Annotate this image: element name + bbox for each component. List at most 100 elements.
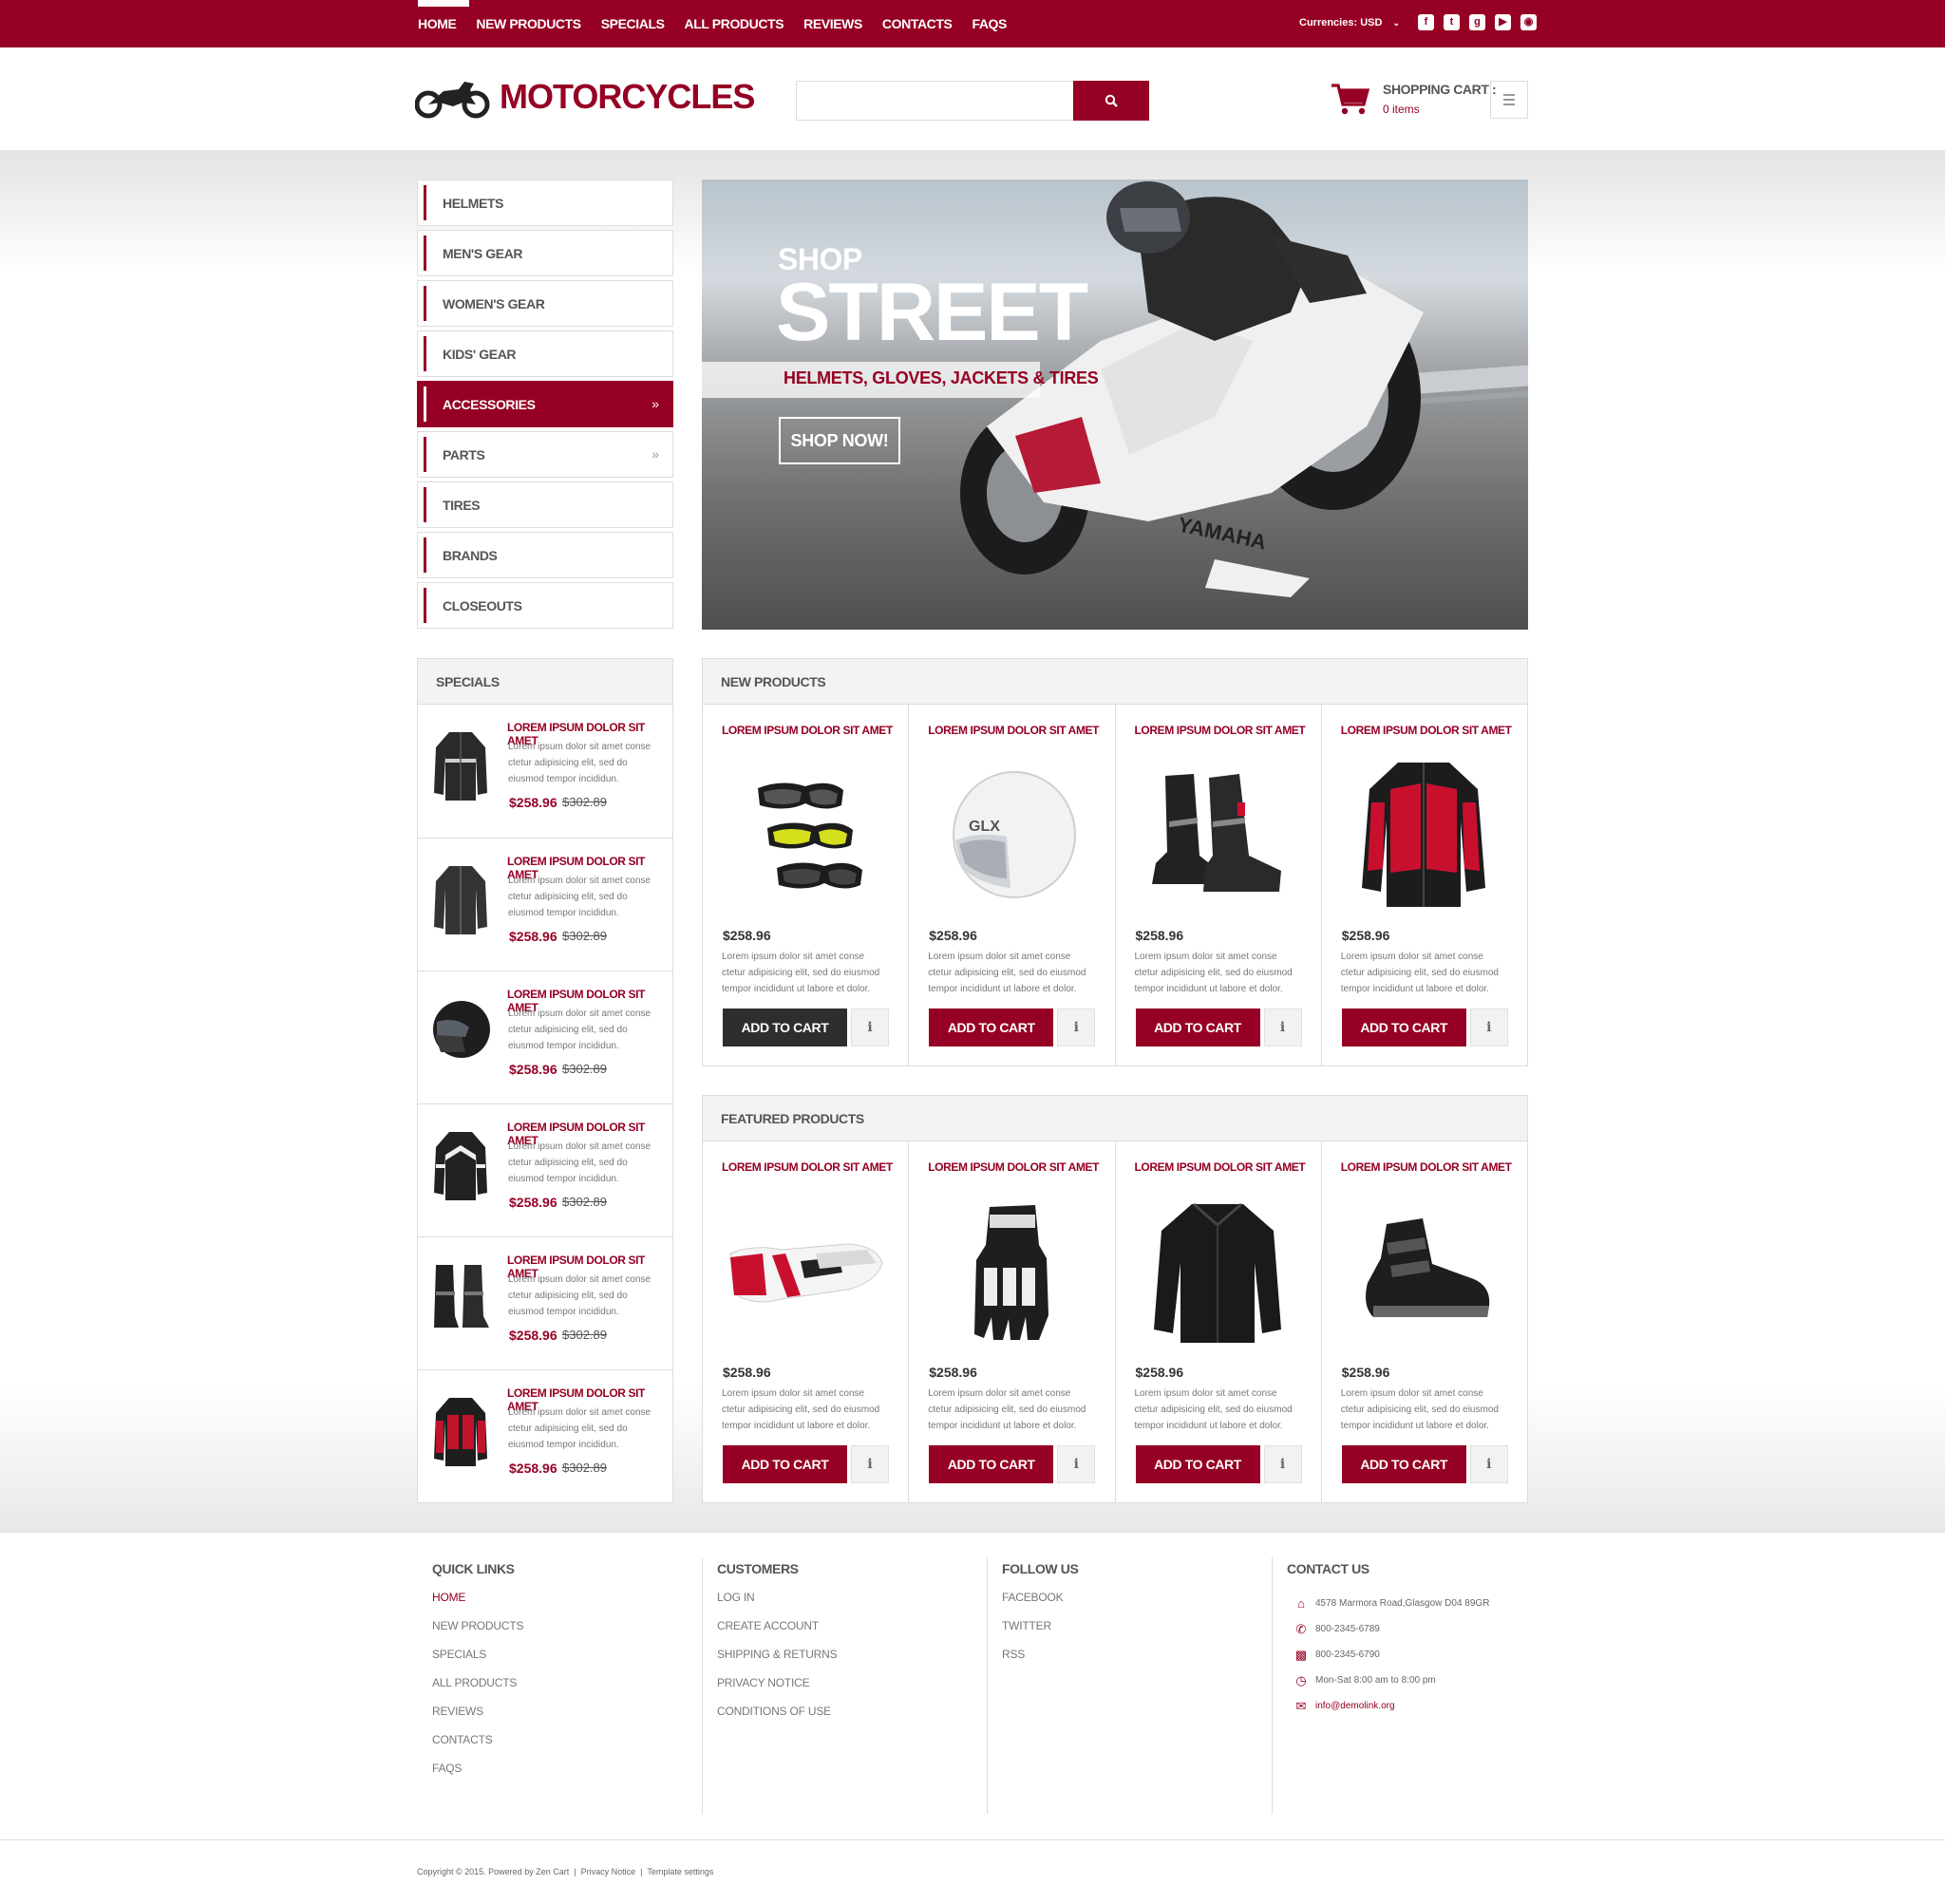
fax-icon: ▩	[1294, 1647, 1308, 1662]
contact-email-row: ✉ info@demolink.org	[1287, 1693, 1528, 1719]
list-item[interactable]: LOREM IPSUM DOLOR SIT AMET Lorem ipsum d…	[418, 705, 672, 838]
red-jacket-image[interactable]	[1341, 752, 1507, 918]
add-to-cart-button[interactable]: ADD TO CART	[1341, 1009, 1466, 1046]
info-button[interactable]: i	[1469, 1445, 1508, 1483]
nav-reviews[interactable]: REVIEWS	[803, 16, 862, 31]
list-item[interactable]: LOREM IPSUM DOLOR SIT AMET Lorem ipsum d…	[418, 1103, 672, 1236]
footer-link-shipping-returns[interactable]: SHIPPING & RETURNS	[717, 1648, 987, 1665]
footer-link-facebook[interactable]: FACEBOOK	[1002, 1591, 1272, 1608]
contact-email[interactable]: info@demolink.org	[1315, 1701, 1395, 1711]
list-item[interactable]: LOREM IPSUM DOLOR SIT AMET Lorem ipsum d…	[418, 971, 672, 1103]
footer-link-privacy-notice[interactable]: PRIVACY NOTICE	[717, 1676, 987, 1693]
featured-products-grid: LOREM IPSUM DOLOR SIT AMET $258.96 Lorem…	[702, 1141, 1528, 1503]
info-button[interactable]: i	[1263, 1445, 1302, 1483]
hero-banner[interactable]: YAMAHA SHOP STREET HELMETS, GLOVES, JACK…	[702, 179, 1528, 630]
special-desc: Lorem ipsum dolor sit amet conse ctetur …	[508, 742, 651, 784]
add-to-cart-button[interactable]: ADD TO CART	[723, 1009, 847, 1046]
product-title[interactable]: LOREM IPSUM DOLOR SIT AMET	[1341, 724, 1512, 737]
footer-link-create-account[interactable]: CREATE ACCOUNT	[717, 1619, 987, 1636]
nav-specials[interactable]: SPECIALS	[601, 16, 665, 31]
add-to-cart-button[interactable]: ADD TO CART	[929, 1445, 1054, 1483]
product-title[interactable]: LOREM IPSUM DOLOR SIT AMET	[928, 1160, 1099, 1174]
info-button[interactable]: i	[1469, 1009, 1508, 1046]
google-plus-icon[interactable]: g	[1469, 14, 1485, 30]
footer-link-contacts[interactable]: CONTACTS	[432, 1733, 702, 1750]
shop-now-button[interactable]: SHOP NOW!	[779, 417, 900, 464]
info-button[interactable]: i	[1057, 1009, 1096, 1046]
footer-link-log-in[interactable]: LOG IN	[717, 1591, 987, 1608]
info-button[interactable]: i	[851, 1009, 889, 1046]
goggles-image[interactable]	[722, 752, 888, 918]
leather-jacket-image[interactable]	[427, 722, 494, 807]
double-chevron-right-icon: »	[651, 446, 659, 462]
category-parts[interactable]: PARTS »	[417, 431, 673, 478]
info-button[interactable]: i	[1057, 1445, 1096, 1483]
nav-faqs[interactable]: FAQS	[972, 16, 1007, 31]
footer-link-new-products[interactable]: NEW PRODUCTS	[432, 1619, 702, 1636]
category-closeouts[interactable]: CLOSEOUTS	[417, 582, 673, 629]
nav-home[interactable]: HOME	[418, 16, 457, 31]
footer-link-twitter[interactable]: TWITTER	[1002, 1619, 1272, 1636]
boots-image[interactable]	[1135, 752, 1301, 918]
logo-text: MOTORCYCLES	[500, 77, 755, 116]
jacket-image[interactable]	[1135, 1189, 1301, 1355]
youtube-icon[interactable]: ▶	[1495, 14, 1511, 30]
category-kids-gear[interactable]: KIDS' GEAR	[417, 330, 673, 377]
search-input[interactable]	[796, 81, 1073, 121]
footer-link-home[interactable]: HOME	[432, 1591, 702, 1608]
instagram-icon[interactable]: ◉	[1520, 14, 1537, 30]
info-button[interactable]: i	[851, 1445, 889, 1483]
special-price: $258.96	[509, 1062, 557, 1077]
footer-link-specials[interactable]: SPECIALS	[432, 1648, 702, 1665]
jacket-image[interactable]	[427, 1122, 494, 1207]
add-to-cart-button[interactable]: ADD TO CART	[1135, 1445, 1260, 1483]
logo[interactable]: MOTORCYCLES	[415, 74, 755, 120]
shopping-cart[interactable]: SHOPPING CART : 0 items	[1330, 82, 1497, 116]
nav-contacts[interactable]: CONTACTS	[882, 16, 953, 31]
product-title[interactable]: LOREM IPSUM DOLOR SIT AMET	[1341, 1160, 1512, 1174]
list-item[interactable]: LOREM IPSUM DOLOR SIT AMET Lorem ipsum d…	[418, 1369, 672, 1502]
info-button[interactable]: i	[1263, 1009, 1302, 1046]
category-helmets[interactable]: HELMETS	[417, 179, 673, 226]
helmet-image[interactable]	[427, 989, 494, 1074]
product-card: LOREM IPSUM DOLOR SIT AMET $258.96 Lorem…	[703, 1141, 908, 1502]
add-to-cart-button[interactable]: ADD TO CART	[929, 1009, 1054, 1046]
nav-new-products[interactable]: NEW PRODUCTS	[476, 16, 581, 31]
footer-link-faqs[interactable]: FAQS	[432, 1762, 702, 1779]
footer-link-conditions-of-use[interactable]: CONDITIONS OF USE	[717, 1705, 987, 1722]
product-title[interactable]: LOREM IPSUM DOLOR SIT AMET	[1135, 1160, 1306, 1174]
red-jacket-image[interactable]	[427, 1387, 494, 1473]
product-title[interactable]: LOREM IPSUM DOLOR SIT AMET	[722, 724, 893, 737]
contact-fax-row: ▩ 800-2345-6790	[1287, 1642, 1528, 1668]
category-tires[interactable]: TIRES	[417, 481, 673, 528]
glove-image[interactable]	[722, 1189, 888, 1355]
footer-link-all-products[interactable]: ALL PRODUCTS	[432, 1676, 702, 1693]
twitter-icon[interactable]: t	[1444, 14, 1460, 30]
nav-all-products[interactable]: ALL PRODUCTS	[685, 16, 784, 31]
leather-jacket-image[interactable]	[427, 856, 494, 941]
list-item[interactable]: LOREM IPSUM DOLOR SIT AMET Lorem ipsum d…	[418, 838, 672, 971]
footer-link-rss[interactable]: RSS	[1002, 1648, 1272, 1665]
product-title[interactable]: LOREM IPSUM DOLOR SIT AMET	[722, 1160, 893, 1174]
shoe-image[interactable]	[1341, 1189, 1507, 1355]
search-button[interactable]	[1073, 81, 1149, 121]
facebook-icon[interactable]: f	[1418, 14, 1434, 30]
category-brands[interactable]: BRANDS	[417, 532, 673, 578]
template-settings-link[interactable]: Template settings	[647, 1867, 713, 1876]
category-mens-gear[interactable]: MEN'S GEAR	[417, 230, 673, 276]
product-title[interactable]: LOREM IPSUM DOLOR SIT AMET	[1135, 724, 1306, 737]
category-womens-gear[interactable]: WOMEN'S GEAR	[417, 280, 673, 327]
menu-button[interactable]	[1490, 81, 1528, 119]
add-to-cart-button[interactable]: ADD TO CART	[1341, 1445, 1466, 1483]
footer-link-reviews[interactable]: REVIEWS	[432, 1705, 702, 1722]
currency-selector[interactable]: Currencies: USD ⌄	[1299, 17, 1400, 28]
helmet-image[interactable]: GLX	[928, 752, 1094, 918]
category-accessories[interactable]: ACCESSORIES »	[417, 381, 673, 427]
boots-image[interactable]	[427, 1254, 494, 1340]
privacy-notice-link[interactable]: Privacy Notice	[581, 1867, 636, 1876]
list-item[interactable]: LOREM IPSUM DOLOR SIT AMET Lorem ipsum d…	[418, 1236, 672, 1369]
product-title[interactable]: LOREM IPSUM DOLOR SIT AMET	[928, 724, 1099, 737]
add-to-cart-button[interactable]: ADD TO CART	[723, 1445, 847, 1483]
add-to-cart-button[interactable]: ADD TO CART	[1135, 1009, 1260, 1046]
glove-image[interactable]	[928, 1189, 1094, 1355]
